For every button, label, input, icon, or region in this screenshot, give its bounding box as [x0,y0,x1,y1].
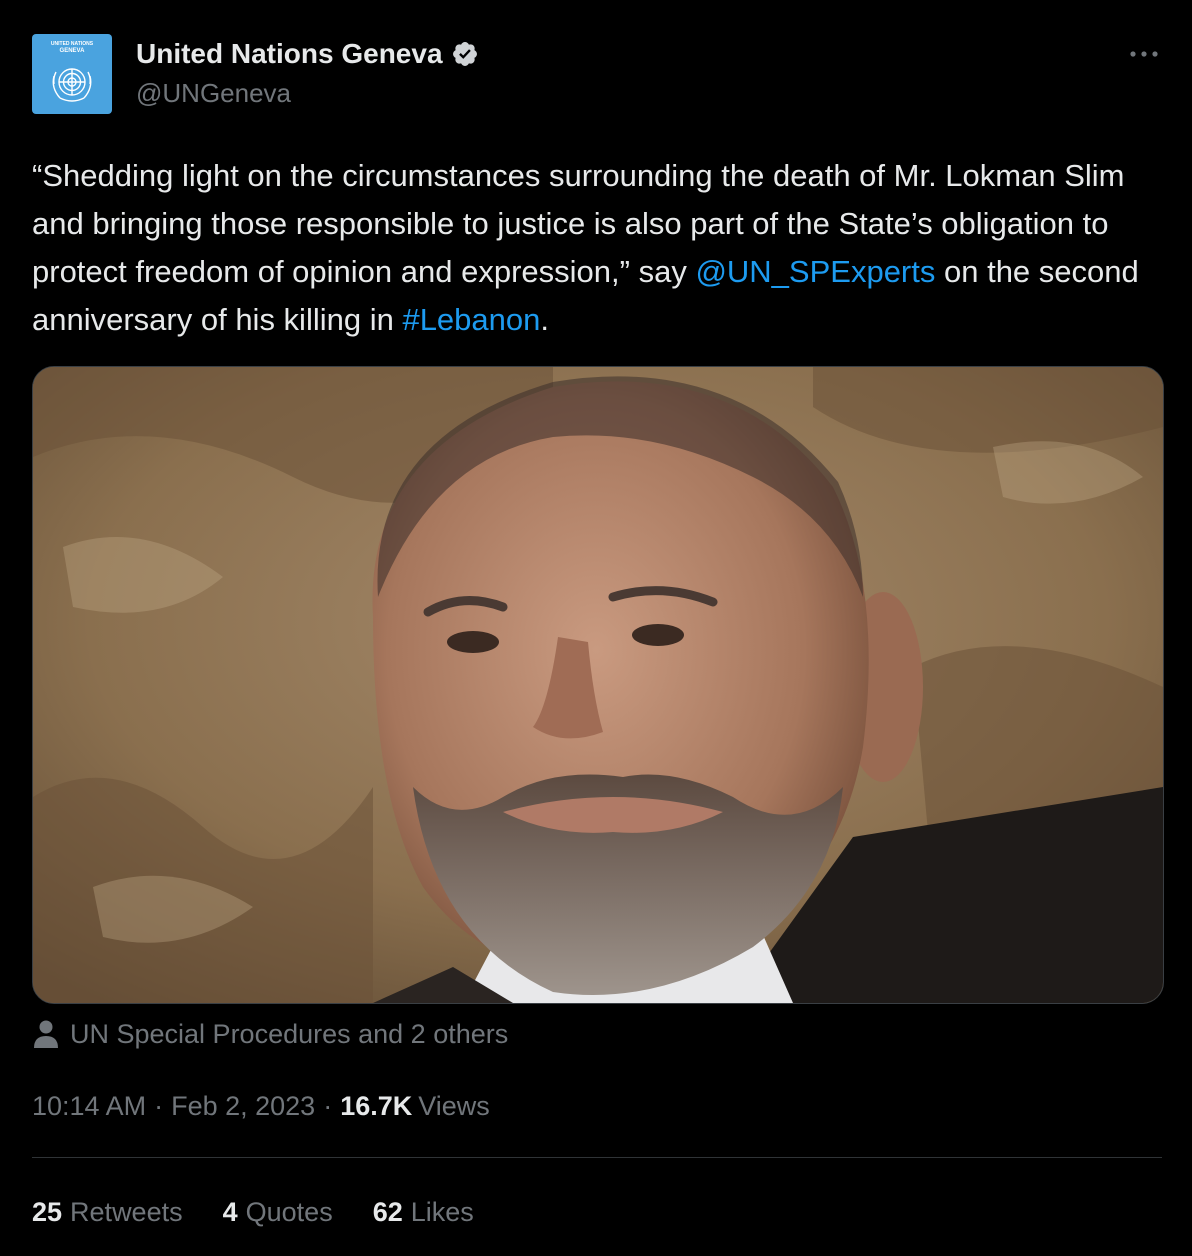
tweet-container: UNITED NATIONS GENEVA United Nations Gen… [0,0,1192,1256]
hashtag-link[interactable]: #Lebanon [402,302,540,337]
quotes-stat[interactable]: 4 Quotes [223,1197,333,1228]
avatar-label: UNITED NATIONS GENEVA [32,41,112,55]
mention-link[interactable]: @UN_SPExperts [695,254,935,289]
likes-count: 62 [372,1196,403,1227]
likes-label: Likes [410,1196,474,1227]
tagged-text: UN Special Procedures and 2 others [70,1018,509,1049]
display-name[interactable]: United Nations Geneva [136,38,443,70]
meta-separator: · [154,1090,164,1121]
more-options-button[interactable] [1124,36,1164,72]
retweets-count: 25 [32,1196,63,1227]
person-icon [34,1020,58,1048]
tagged-people-link[interactable]: UN Special Procedures and 2 others [32,1014,508,1054]
tweet-photo[interactable] [32,366,1164,1004]
views-label: Views [418,1090,490,1121]
divider [32,1157,1162,1158]
quotes-label: Quotes [245,1196,333,1227]
portrait-photo [33,367,1163,1003]
un-emblem-icon [52,68,92,102]
retweets-stat[interactable]: 25 Retweets [32,1197,183,1228]
views-count: 16.7K [340,1090,413,1121]
account-handle[interactable]: @UNGeneva [136,78,291,109]
avatar-subtitle: GENEVA [59,48,85,54]
engagement-stats: 25 Retweets 4 Quotes 62 Likes [32,1192,514,1232]
avatar[interactable]: UNITED NATIONS GENEVA [32,34,112,114]
tweet-time[interactable]: 10:14 AM [32,1091,146,1122]
tweet-metadata: 10:14 AM · Feb 2, 2023 · 16.7K Views [32,1086,490,1126]
more-horizontal-icon [1130,51,1158,57]
tweet-text-part3: . [540,302,550,337]
meta-separator: · [323,1090,333,1121]
retweets-label: Retweets [70,1196,183,1227]
tweet-date[interactable]: Feb 2, 2023 [171,1091,315,1122]
account-name-row: United Nations Geneva [136,36,479,72]
quotes-count: 4 [222,1196,238,1227]
likes-stat[interactable]: 62 Likes [373,1197,474,1228]
verified-badge-icon[interactable] [451,40,479,68]
avatar-title: UNITED NATIONS [50,41,94,47]
tweet-text: “Shedding light on the circumstances sur… [32,152,1167,344]
